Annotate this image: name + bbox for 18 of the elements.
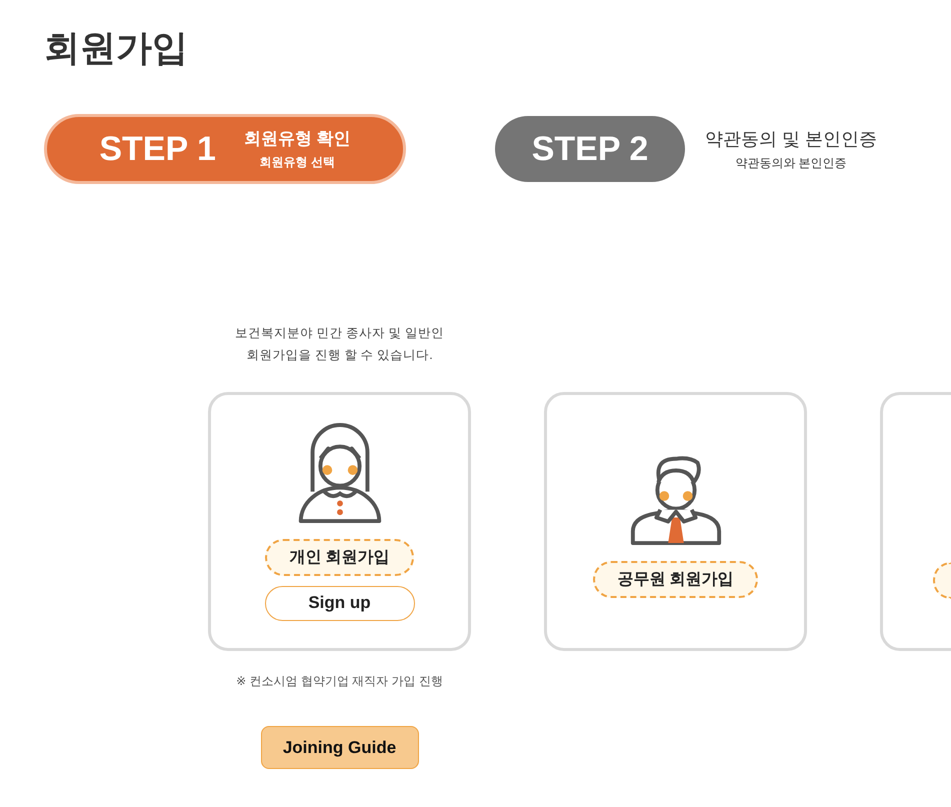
- page-title: 회원가입: [44, 26, 188, 70]
- member-type-card[interactable]: 개인 회원가입 Sign up: [208, 392, 471, 651]
- step-number: STEP 2: [532, 130, 648, 168]
- step-title: 약관동의 및 본인인증: [705, 128, 878, 150]
- step-title: 회원유형 확인: [244, 128, 351, 150]
- step-subtitle: 약관동의와 본인인증: [735, 154, 847, 172]
- joining-guide-button[interactable]: Joining Guide: [260, 726, 418, 769]
- member-type-label[interactable]: 공무원 회원가입: [593, 561, 758, 598]
- step-pill[interactable]: STEP 2: [495, 116, 685, 182]
- member-type-label[interactable]: [933, 562, 951, 599]
- member-type-card[interactable]: 공무원 회원가입: [544, 392, 807, 651]
- member-type-card[interactable]: [880, 392, 951, 651]
- note-text: ※ 컨소시엄 협약기업 재직자 가입 진행: [236, 673, 443, 690]
- step-subtitle: 회원유형 선택: [260, 154, 335, 171]
- sign-up-button[interactable]: Sign up: [264, 586, 414, 620]
- step-number: STEP 1: [99, 130, 216, 168]
- description-text: 보건복지분야 민간 종사자 및 일반인 회원가입을 진행 할 수 있습니다.: [235, 325, 444, 364]
- member-type-label[interactable]: 개인 회원가입: [265, 538, 414, 576]
